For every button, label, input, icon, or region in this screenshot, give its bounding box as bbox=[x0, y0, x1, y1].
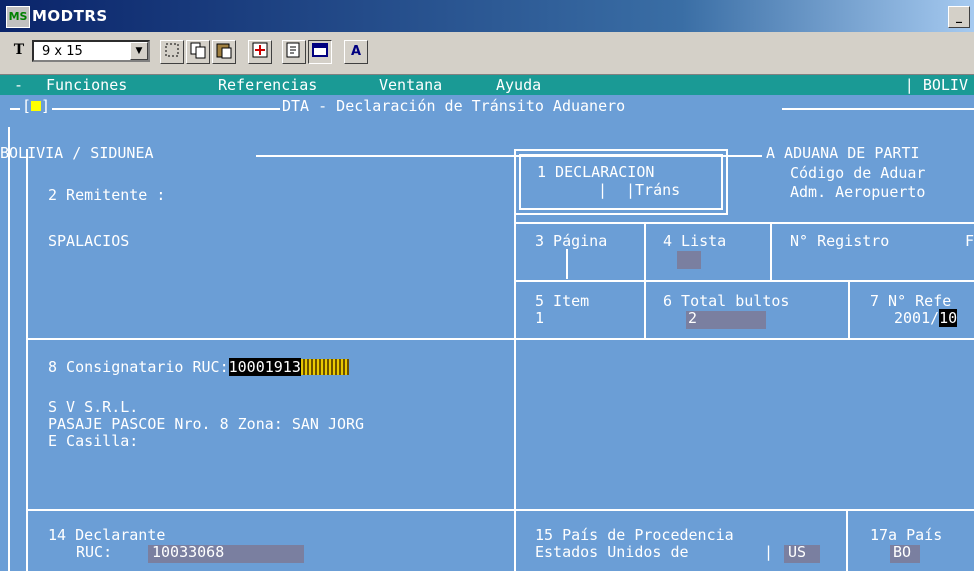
background-button[interactable] bbox=[308, 40, 332, 64]
copy-icon bbox=[190, 42, 206, 59]
grid-divider-bultos bbox=[848, 280, 850, 338]
declaracion-type[interactable]: |Tráns bbox=[626, 181, 680, 199]
select-icon bbox=[165, 43, 179, 57]
lista-field[interactable] bbox=[677, 251, 701, 269]
declaracion-label: 1 DECLARACION bbox=[537, 163, 655, 181]
remitente-label: 2 Remitente : bbox=[48, 186, 166, 204]
properties-button[interactable] bbox=[282, 40, 306, 64]
window-title: MODTRS bbox=[32, 7, 108, 25]
ref-value-b: 10 bbox=[939, 309, 958, 327]
bultos-field[interactable] bbox=[686, 311, 766, 329]
grid-divider-item bbox=[644, 280, 646, 338]
pais17-value: BO bbox=[893, 543, 912, 561]
app-icon: MS bbox=[6, 6, 30, 28]
frame-left-inner bbox=[26, 149, 28, 571]
menu-item-ventana[interactable]: Ventana bbox=[379, 76, 442, 94]
copy-button[interactable] bbox=[186, 40, 210, 64]
declaracion-separator: | bbox=[598, 181, 608, 199]
menu-prefix: - bbox=[14, 76, 24, 94]
grid-divider-pais bbox=[846, 509, 848, 571]
fullscreen-icon bbox=[252, 42, 268, 58]
aduana-name: Adm. Aeropuerto bbox=[790, 183, 926, 201]
item-value[interactable]: 1 bbox=[535, 309, 544, 327]
bultos-label: 6 Total bultos bbox=[663, 292, 790, 310]
row-rule-consignatario bbox=[26, 338, 974, 340]
grid-divider-main bbox=[514, 215, 516, 571]
declarante-ruc: 10033068 bbox=[152, 543, 225, 561]
row-rule-item bbox=[514, 280, 974, 282]
aduana-title: A ADUANA DE PARTI bbox=[766, 144, 920, 162]
chevron-down-icon[interactable]: ▼ bbox=[130, 42, 148, 60]
consignatario-line3[interactable]: E Casilla: bbox=[48, 432, 138, 450]
font-size-icon: T bbox=[13, 42, 25, 58]
aduana-code-label: Código de Aduar bbox=[790, 164, 926, 182]
bultos-value: 2 bbox=[688, 309, 698, 327]
declarante-label: 14 Declarante bbox=[48, 526, 166, 544]
lista-label: 4 Lista bbox=[663, 232, 727, 250]
system-label: BOLIVIA / SIDUNEA bbox=[0, 144, 154, 162]
grid-divider-pagina bbox=[644, 222, 646, 280]
select-button[interactable] bbox=[160, 40, 184, 64]
pais17-label: 17a País bbox=[870, 526, 943, 544]
row-rule-pagina bbox=[514, 222, 974, 224]
ref-value[interactable]: 2001/10 bbox=[894, 309, 958, 327]
registro-trunc: F bbox=[965, 232, 974, 250]
title-rule-right bbox=[782, 108, 974, 110]
consignatario-line2[interactable]: PASAJE PASCOE Nro. 8 Zona: SAN JORG bbox=[48, 415, 364, 433]
procedencia-label: 15 País de Procedencia bbox=[535, 526, 734, 544]
procedencia-separator: | bbox=[764, 543, 774, 561]
close-box-icon bbox=[31, 101, 42, 111]
registro-label: N° Registro bbox=[790, 232, 890, 250]
pagina-tick bbox=[566, 249, 568, 279]
minimize-button[interactable]: _ bbox=[948, 6, 970, 28]
window-title-bar[interactable]: MS MODTRS _ bbox=[0, 0, 974, 32]
font-button[interactable]: A bbox=[344, 40, 368, 64]
row-rule-declarante bbox=[26, 509, 974, 511]
menu-bar: - Funciones Referencias Ventana Ayuda | … bbox=[0, 75, 974, 95]
window-close-box[interactable]: [] bbox=[20, 97, 53, 115]
grid-divider-lista bbox=[770, 222, 772, 280]
procedencia-code: US bbox=[788, 543, 807, 561]
pagina-label: 3 Página bbox=[535, 232, 608, 250]
consignatario-ruc[interactable]: 10001913 bbox=[228, 358, 301, 376]
font-size-value: 9 x 15 bbox=[42, 44, 83, 59]
form-window-title: DTA - Declaración de Tránsito Aduanero bbox=[282, 97, 626, 115]
menu-item-ayuda[interactable]: Ayuda bbox=[496, 76, 541, 94]
remitente-value[interactable]: SPALACIOS bbox=[48, 232, 129, 250]
ref-label: 7 N° Refe bbox=[870, 292, 952, 310]
menu-item-funciones[interactable]: Funciones bbox=[46, 76, 127, 94]
consignatario-row: 8 Consignatario RUC:10001913 bbox=[48, 358, 349, 376]
menu-item-referencias[interactable]: Referencias bbox=[218, 76, 317, 94]
background-icon bbox=[312, 43, 328, 57]
fullscreen-button[interactable] bbox=[248, 40, 272, 64]
ruc-overflow-field[interactable] bbox=[300, 359, 349, 375]
consignatario-line1[interactable]: S V S.R.L. bbox=[48, 398, 138, 416]
properties-icon bbox=[286, 42, 300, 58]
frame-left-outer bbox=[8, 127, 10, 571]
item-label: 5 Item bbox=[535, 292, 590, 310]
procedencia-value[interactable]: Estados Unidos de bbox=[535, 543, 689, 561]
status-indicator: | BOLIV bbox=[898, 76, 974, 94]
consignatario-label: 8 Consignatario RUC: bbox=[48, 358, 229, 376]
paste-icon bbox=[216, 43, 232, 59]
toolbar: T 9 x 15 ▼ A bbox=[0, 32, 974, 75]
paste-button[interactable] bbox=[212, 40, 236, 64]
ref-value-a: 2001/ bbox=[894, 309, 940, 327]
terminal-screen[interactable]: - Funciones Referencias Ventana Ayuda | … bbox=[0, 75, 974, 571]
declarante-ruc-label: RUC: bbox=[76, 543, 113, 561]
font-size-select[interactable]: 9 x 15 ▼ bbox=[32, 40, 150, 62]
